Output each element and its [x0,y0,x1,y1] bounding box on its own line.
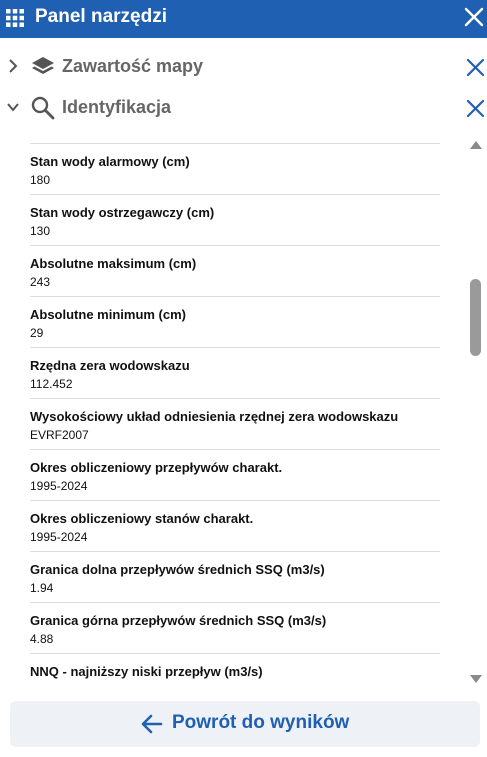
attribute-value: 112.452 [30,377,73,391]
attribute-value: EVRF2007 [30,428,89,442]
list-item: NNQ - najniższy niski przepływ (m3/s) [30,653,440,695]
attribute-label: Absolutne minimum (cm) [30,307,187,322]
attribute-value: 4.88 [30,632,54,646]
back-to-results-button[interactable]: Powrót do wyników [10,701,480,747]
panel-footer: Powrót do wyników [0,695,487,757]
attribute-label: Rzędna zera wodowskazu [30,358,190,373]
section-identification[interactable]: Identyfikacja [0,88,487,128]
layers-icon [32,57,54,74]
list-item: Okres obliczeniowy stanów charakt. 1995-… [30,500,440,551]
list-item: Granica górna przepływów średnich SSQ (m… [30,602,440,653]
close-section-icon[interactable] [466,99,485,118]
attribute-value: 29 [30,326,44,340]
list-item: Rzędna zera wodowskazu 112.452 [30,347,440,398]
attribute-label: Okres obliczeniowy przepływów charakt. [30,460,283,475]
attribute-label: Stan wody ostrzegawczy (cm) [30,205,215,220]
scroll-down-arrow-icon[interactable] [469,674,483,684]
attribute-label: NNQ - najniższy niski przepływ (m3/s) [30,664,263,679]
attribute-value: 1995-2024 [30,530,88,544]
attribute-value: 180 [30,173,51,187]
apps-grid-icon[interactable] [6,9,24,27]
attribute-label: Wysokościowy układ odniesienia rzędnej z… [30,409,399,424]
list-item: Wysokościowy układ odniesienia rzędnej z… [30,398,440,449]
chevron-down-icon[interactable] [7,100,19,114]
list-item: Absolutne maksimum (cm) 243 [30,245,440,296]
attribute-label: Granica górna przepływów średnich SSQ (m… [30,613,327,628]
attribute-label: Okres obliczeniowy stanów charakt. [30,511,254,526]
attribute-label: Granica dolna przepływów średnich SSQ (m… [30,562,325,577]
panel-title: Panel narzędzi [35,6,167,27]
attribute-value: 130 [30,224,51,238]
list-item: Absolutne minimum (cm) 29 [30,296,440,347]
list-item: Stan wody ostrzegawczy (cm) 130 [30,194,440,245]
list-item: Okres obliczeniowy przepływów charakt. 1… [30,449,440,500]
search-icon [31,96,55,120]
close-panel-icon[interactable] [463,6,485,28]
attribute-label: Stan wody alarmowy (cm) [30,154,190,169]
back-button-label: Powrót do wyników [172,712,350,733]
scroll-up-arrow-icon[interactable] [469,140,483,150]
arrow-left-icon [141,714,163,734]
scrollbar-thumb[interactable] [470,279,481,356]
attribute-list[interactable]: Stan wody alarmowy (cm) 180 Stan wody os… [30,143,440,695]
list-item: Granica dolna przepływów średnich SSQ (m… [30,551,440,602]
panel-header: Panel narzędzi [0,0,487,38]
section-map-contents[interactable]: Zawartość mapy [0,47,487,87]
chevron-right-icon[interactable] [7,59,19,73]
list-item: Stan wody alarmowy (cm) 180 [30,143,440,194]
attribute-label: Absolutne maksimum (cm) [30,256,197,271]
close-section-icon[interactable] [466,58,485,77]
section-label: Identyfikacja [62,97,172,117]
section-label: Zawartość mapy [62,56,204,76]
attribute-value: 1995-2024 [30,479,88,493]
attribute-value: 1.94 [30,581,54,595]
attribute-value: 243 [30,275,51,289]
